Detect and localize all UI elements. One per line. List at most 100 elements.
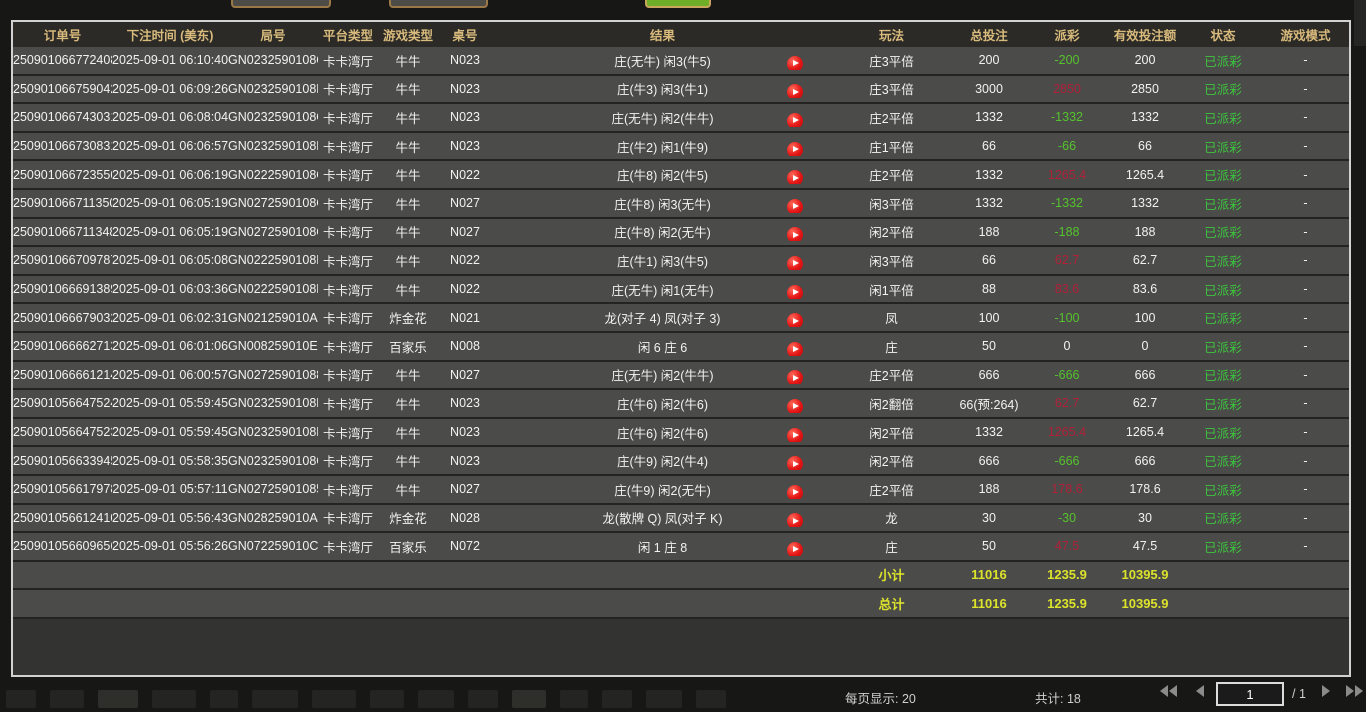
next-page-icon[interactable] [1322,685,1330,697]
valid-bet-cell: 1265.4 [1106,425,1184,439]
time-cell: 2025-09-01 06:06:19 [112,168,228,182]
payout-cell: 62.7 [1028,253,1106,267]
platform-cell: 卡卡湾厅 [318,365,378,384]
background-fragment [1354,0,1366,46]
mode-cell: - [1262,110,1349,124]
subtotal-valid-bet: 10395.9 [1106,567,1184,582]
cutoff-filter-button[interactable] [389,0,488,8]
table-row: 2509010566475242025-09-01 05:59:45GN0232… [13,390,1349,419]
valid-bet-cell: 666 [1106,454,1184,468]
mode-cell: - [1262,139,1349,153]
time-cell: 2025-09-01 06:10:40 [112,53,228,67]
replay-play-icon[interactable] [787,399,803,413]
platform-cell: 卡卡湾厅 [318,308,378,327]
replay-play-icon[interactable] [787,113,803,127]
table-no-cell: N021 [438,311,492,325]
play-cell: 闲2平倍 [833,222,950,241]
cutoff-filter-button[interactable] [231,0,331,8]
total-bet-cell: 3000 [950,82,1028,96]
round-cell: GN0232590108N [228,139,318,153]
replay-play-icon[interactable] [787,56,803,70]
table-row: 2509010666913892025-09-01 06:03:36GN0222… [13,276,1349,305]
subtotal-payout: 1235.9 [1028,567,1106,582]
valid-bet-cell: 666 [1106,368,1184,382]
play-cell: 庄3平倍 [833,79,950,98]
bet-records-table-panel: 订单号下注时间 (美东)局号平台类型游戏类型桌号结果玩法总投注派彩有效投注额状态… [11,20,1351,677]
table-no-cell: N022 [438,168,492,182]
round-cell: GN0222590108E [228,282,318,296]
game-type-cell: 牛牛 [378,280,438,299]
result-cell: 庄(无牛) 闲3(牛5) [492,51,833,70]
subtotal-play: 小计 [833,565,950,584]
table-row: 2509010666612142025-09-01 06:00:57GN0272… [13,362,1349,391]
game-type-cell: 牛牛 [378,423,438,442]
replay-play-icon[interactable] [787,142,803,156]
result-cell: 庄(无牛) 闲1(无牛) [492,280,833,299]
play-cell: 庄2平倍 [833,480,950,499]
last-page-icon[interactable] [1346,685,1363,697]
game-type-cell: 炸金花 [378,508,438,527]
replay-play-icon[interactable] [787,485,803,499]
round-cell: GN0232590108G [228,454,318,468]
time-cell: 2025-09-01 06:02:31 [112,311,228,325]
status-cell: 已派彩 [1184,537,1262,556]
payout-cell: 47.5 [1028,539,1106,553]
prev-page-icon[interactable] [1196,685,1204,697]
table-no-cell: N023 [438,110,492,124]
column-header: 平台类型 [318,25,378,44]
platform-cell: 卡卡湾厅 [318,251,378,270]
mode-cell: - [1262,396,1349,410]
replay-play-icon[interactable] [787,170,803,184]
total-payout: 1235.9 [1028,596,1106,611]
valid-bet-cell: 2850 [1106,82,1184,96]
replay-play-icon[interactable] [787,542,803,556]
cutoff-active-tab-button[interactable] [645,0,711,8]
payout-cell: -188 [1028,225,1106,239]
total-bet-cell: 1332 [950,110,1028,124]
order-cell: 250901066661214 [13,368,112,382]
replay-play-icon[interactable] [787,313,803,327]
valid-bet-cell: 178.6 [1106,482,1184,496]
result-cell: 庄(牛6) 闲2(牛6) [492,394,833,413]
time-cell: 2025-09-01 06:05:08 [112,253,228,267]
result-text: 庄(无牛) 闲2(牛牛) [518,108,808,127]
order-cell: 250901056647524 [13,396,112,410]
total-valid-bet: 10395.9 [1106,596,1184,611]
replay-play-icon[interactable] [787,428,803,442]
first-page-icon[interactable] [1160,685,1177,697]
time-cell: 2025-09-01 05:59:45 [112,425,228,439]
subtotal-total-bet: 11016 [950,567,1028,582]
result-text: 闲 6 庄 6 [518,337,808,356]
play-cell: 龙 [833,508,950,527]
replay-play-icon[interactable] [787,513,803,527]
replay-play-icon[interactable] [787,227,803,241]
page-number-input[interactable] [1216,682,1284,706]
result-cell: 庄(牛8) 闲2(无牛) [492,222,833,241]
table-no-cell: N023 [438,82,492,96]
play-cell: 庄 [833,337,950,356]
replay-play-icon[interactable] [787,342,803,356]
result-cell: 闲 6 庄 6 [492,337,833,356]
valid-bet-cell: 1332 [1106,110,1184,124]
order-cell: 250901066759042 [13,82,112,96]
replay-play-icon[interactable] [787,370,803,384]
game-type-cell: 牛牛 [378,79,438,98]
status-cell: 已派彩 [1184,451,1262,470]
order-cell: 250901066662713 [13,339,112,353]
total-bet-cell: 30 [950,511,1028,525]
result-text: 龙(散牌 Q) 凤(对子 K) [518,508,808,527]
table-row: 2509010566096562025-09-01 05:56:26GN0722… [13,533,1349,562]
time-cell: 2025-09-01 05:58:35 [112,454,228,468]
table-body: 2509010667724082025-09-01 06:10:40GN0232… [13,47,1349,619]
result-text: 庄(牛9) 闲2(无牛) [518,480,808,499]
replay-play-icon[interactable] [787,256,803,270]
replay-play-icon[interactable] [787,84,803,98]
table-row: 2509010666790322025-09-01 06:02:31GN0212… [13,304,1349,333]
valid-bet-cell: 83.6 [1106,282,1184,296]
status-cell: 已派彩 [1184,480,1262,499]
result-text: 龙(对子 4) 凤(对子 3) [518,308,808,327]
replay-play-icon[interactable] [787,456,803,470]
replay-play-icon[interactable] [787,199,803,213]
replay-play-icon[interactable] [787,285,803,299]
mode-cell: - [1262,454,1349,468]
